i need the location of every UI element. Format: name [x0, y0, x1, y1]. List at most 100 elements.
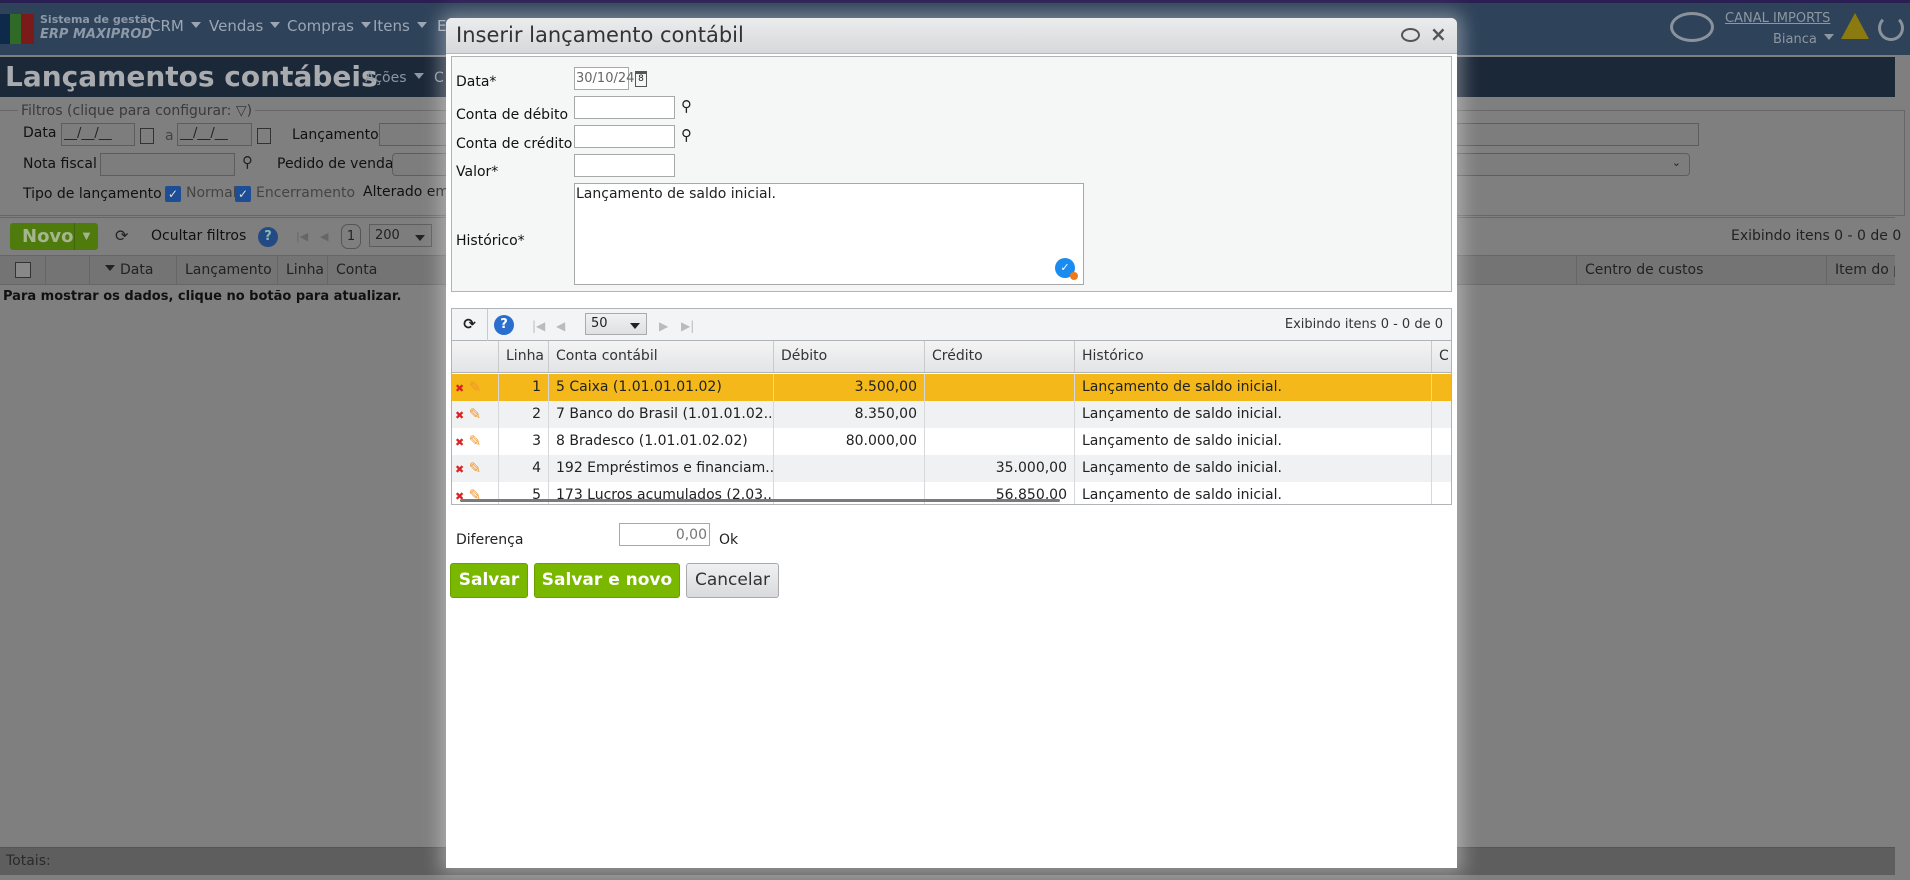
actions-menu[interactable]: Ações — [365, 70, 424, 86]
entry-form: Data* 30/10/24 8 Conta de débito ⚲ Conta… — [451, 56, 1452, 292]
menu-crm[interactable]: CRM — [150, 17, 201, 35]
novo-button[interactable]: Novo ▼ — [10, 223, 98, 250]
delete-icon[interactable]: ✖ — [455, 463, 464, 476]
debito-input[interactable] — [574, 96, 675, 119]
row-actions: ✖ ✎ — [452, 401, 499, 428]
filter-pedido-label: Pedido de venda — [277, 156, 394, 172]
first-page-icon[interactable]: |◀ — [296, 230, 308, 243]
col-lancamento[interactable]: Lançamento — [177, 256, 278, 285]
company-link[interactable]: CANAL IMPORTS — [1725, 11, 1830, 26]
close-icon[interactable]: × — [1430, 22, 1447, 46]
normal-label: Normal — [186, 185, 237, 201]
table-row[interactable]: ✖ ✎ 1 5 Caixa (1.01.01.01.02) 3.500,00 Lança… — [452, 374, 1451, 401]
historico-textarea[interactable]: Lançamento de saldo inicial. ✓ — [574, 183, 1084, 285]
grid-status: Exibindo itens 0 - 0 de 0 — [1284, 317, 1443, 332]
cell-linha: 3 — [499, 428, 549, 455]
per-page-select[interactable]: 50 — [585, 313, 647, 335]
edit-pencil-icon[interactable]: ✎ — [469, 432, 482, 450]
encerramento-label: Encerramento — [256, 185, 356, 201]
diferenca-label: Diferença — [456, 532, 524, 548]
col-linha[interactable]: Linha — [499, 341, 549, 372]
table-row[interactable]: ✖ ✎ 2 7 Banco do Brasil (1.01.01.02... 8.35… — [452, 401, 1451, 428]
menu-c[interactable]: C — [434, 70, 444, 86]
row-actions: ✖ ✎ — [452, 374, 499, 401]
last-page-icon[interactable]: ▶| — [681, 319, 694, 333]
menu-vendas[interactable]: Vendas — [209, 17, 281, 35]
delete-icon[interactable]: ✖ — [455, 382, 464, 395]
col-debito[interactable]: Débito — [774, 341, 925, 372]
refresh-icon[interactable]: ⟳ — [452, 309, 488, 341]
valor-input[interactable] — [574, 154, 675, 177]
prev-page-icon[interactable]: ◀ — [320, 230, 328, 243]
hide-filters-button[interactable]: Ocultar filtros — [151, 228, 246, 244]
col-credito[interactable]: Crédito — [925, 341, 1075, 372]
prev-page-icon[interactable]: ◀ — [556, 319, 565, 333]
delete-icon[interactable]: ✖ — [455, 436, 464, 449]
delete-icon[interactable]: ✖ — [455, 409, 464, 422]
filter-date-from[interactable]: __/__/__ — [61, 123, 135, 146]
horizontal-scrollbar[interactable] — [460, 499, 1060, 502]
col-item-pedido[interactable]: Item do pe — [1827, 256, 1895, 285]
items-status: Exibindo itens 0 - 0 de 0 — [1731, 228, 1902, 244]
filter-nota-label: Nota fiscal — [23, 156, 97, 172]
menu-itens[interactable]: Itens — [373, 17, 427, 35]
filter-data-label: Data — [23, 125, 57, 141]
filters-legend[interactable]: Filtros (clique para configurar: ▽) — [18, 103, 256, 119]
chat-icon[interactable] — [1670, 12, 1714, 42]
cell-credito — [925, 374, 1075, 401]
checkbox-normal[interactable]: ✓ — [165, 186, 181, 202]
dropdown-arrow-icon[interactable]: ▼ — [74, 223, 98, 250]
table-row[interactable]: ✖ ✎ 3 8 Bradesco (1.01.01.02.02) 80.000,00 L… — [452, 428, 1451, 455]
refresh-icon[interactable]: ⟳ — [115, 226, 128, 245]
cell-debito: 80.000,00 — [774, 428, 925, 455]
search-icon[interactable]: ⚲ — [242, 153, 253, 171]
per-page-select[interactable]: 200 — [369, 224, 432, 247]
filter-nota-input[interactable] — [100, 153, 235, 176]
col-conta[interactable]: Conta contábil — [549, 341, 774, 372]
col-historico[interactable]: Histórico — [1075, 341, 1432, 372]
power-icon[interactable] — [1878, 15, 1904, 41]
edit-pencil-icon[interactable]: ✎ — [469, 459, 482, 477]
calendar-icon[interactable]: 8 — [635, 71, 647, 87]
search-icon[interactable]: ⚲ — [681, 97, 692, 115]
valor-label: Valor* — [456, 164, 499, 180]
data-input[interactable]: 30/10/24 — [574, 67, 634, 90]
cell-conta: 5 Caixa (1.01.01.01.02) — [549, 374, 774, 401]
user-menu[interactable]: Bianca — [1773, 32, 1834, 47]
table-row[interactable]: ✖ ✎ 4 192 Empréstimos e financiam... 35.000… — [452, 455, 1451, 482]
calendar-icon[interactable] — [257, 128, 271, 144]
grammar-check-icon[interactable]: ✓ — [1055, 258, 1078, 280]
filter-lancamento-label: Lançamento — [292, 127, 379, 143]
filter-tipo-label: Tipo de lançamento — [23, 186, 162, 202]
cancel-button[interactable]: Cancelar — [686, 563, 779, 598]
edit-pencil-icon[interactable]: ✎ — [469, 405, 482, 423]
edit-pencil-icon[interactable]: ✎ — [469, 378, 482, 396]
row-actions: ✖ ✎ — [452, 428, 499, 455]
credito-input[interactable] — [574, 125, 675, 148]
calendar-icon[interactable] — [140, 128, 154, 144]
col-centro-custos[interactable]: Centro de custos — [1577, 256, 1827, 285]
dialog-header: Inserir lançamento contábil × — [446, 18, 1457, 54]
next-page-icon[interactable]: ▶ — [659, 319, 668, 333]
historico-label: Histórico* — [456, 233, 525, 249]
cell-historico: Lançamento de saldo inicial. — [1075, 482, 1432, 504]
filter-date-to[interactable]: __/__/__ — [177, 123, 252, 146]
select-all-checkbox[interactable] — [15, 262, 31, 278]
checkbox-encerramento[interactable]: ✓ — [235, 186, 251, 202]
comment-icon[interactable] — [1401, 28, 1420, 42]
help-icon[interactable]: ? — [258, 227, 278, 247]
menu-compras[interactable]: Compras — [287, 17, 371, 35]
cell-historico: Lançamento de saldo inicial. — [1075, 455, 1432, 482]
warning-icon[interactable] — [1841, 13, 1869, 39]
help-icon[interactable]: ? — [494, 315, 514, 335]
col-data[interactable]: Data — [90, 256, 177, 285]
col-linha[interactable]: Linha — [278, 256, 328, 285]
search-icon[interactable]: ⚲ — [681, 126, 692, 144]
first-page-icon[interactable]: |◀ — [532, 319, 545, 333]
cell-debito: 8.350,00 — [774, 401, 925, 428]
col-more[interactable]: C — [1432, 341, 1451, 372]
save-button[interactable]: Salvar — [450, 563, 528, 598]
filter-to-label: a — [165, 128, 174, 144]
save-and-new-button[interactable]: Salvar e novo — [534, 563, 680, 598]
page-number[interactable]: 1 — [341, 224, 361, 249]
